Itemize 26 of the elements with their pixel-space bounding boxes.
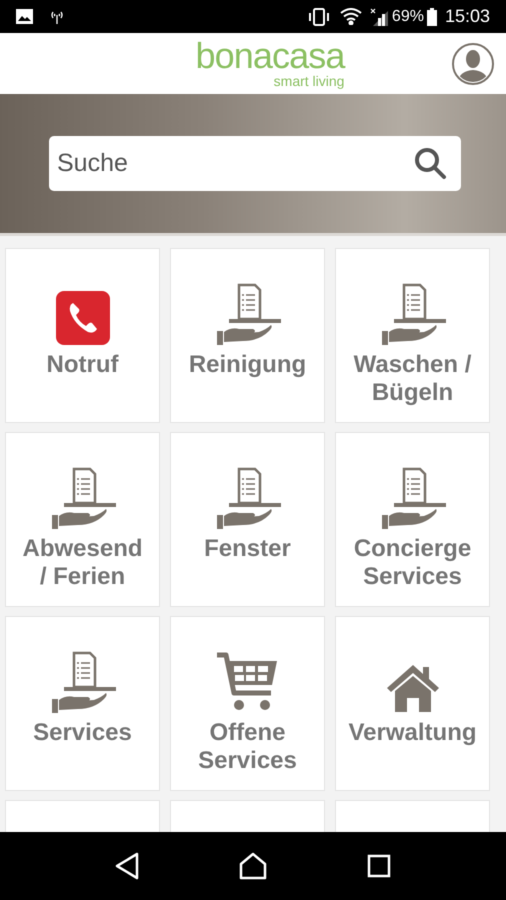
house-icon xyxy=(384,663,440,713)
search-field[interactable]: Suche xyxy=(49,136,461,191)
phone-icon xyxy=(56,291,110,345)
wifi-icon xyxy=(340,8,362,25)
menu-tile[interactable]: Notruf xyxy=(5,248,160,423)
menu-tile[interactable]: Abwesend / Ferien xyxy=(5,432,160,607)
back-icon[interactable] xyxy=(115,852,139,880)
menu-tile[interactable]: Services xyxy=(5,616,160,791)
search-icon[interactable] xyxy=(413,146,447,180)
menu-tile[interactable]: Waschen / Bügeln xyxy=(335,248,490,423)
battery-icon xyxy=(426,8,437,26)
logo-wordmark: bonacasa xyxy=(196,38,344,74)
logo-tagline: smart living xyxy=(274,74,344,89)
image-icon xyxy=(16,9,33,24)
menu-tile[interactable]: Concierge Services xyxy=(335,432,490,607)
battery-percent: 69% xyxy=(392,6,424,26)
clock-time: 15:03 xyxy=(444,5,490,28)
signal-icon xyxy=(370,8,388,26)
menu-tile[interactable]: Reinigung xyxy=(170,248,325,423)
recents-icon[interactable] xyxy=(367,854,391,878)
home-icon[interactable] xyxy=(239,852,267,880)
menu-tile[interactable]: Offene Services xyxy=(170,616,325,791)
vibrate-icon xyxy=(308,8,330,26)
user-avatar-icon[interactable] xyxy=(452,43,494,85)
menu-tile[interactable]: Verwaltung xyxy=(335,616,490,791)
menu-tile[interactable]: Fenster xyxy=(170,432,325,607)
